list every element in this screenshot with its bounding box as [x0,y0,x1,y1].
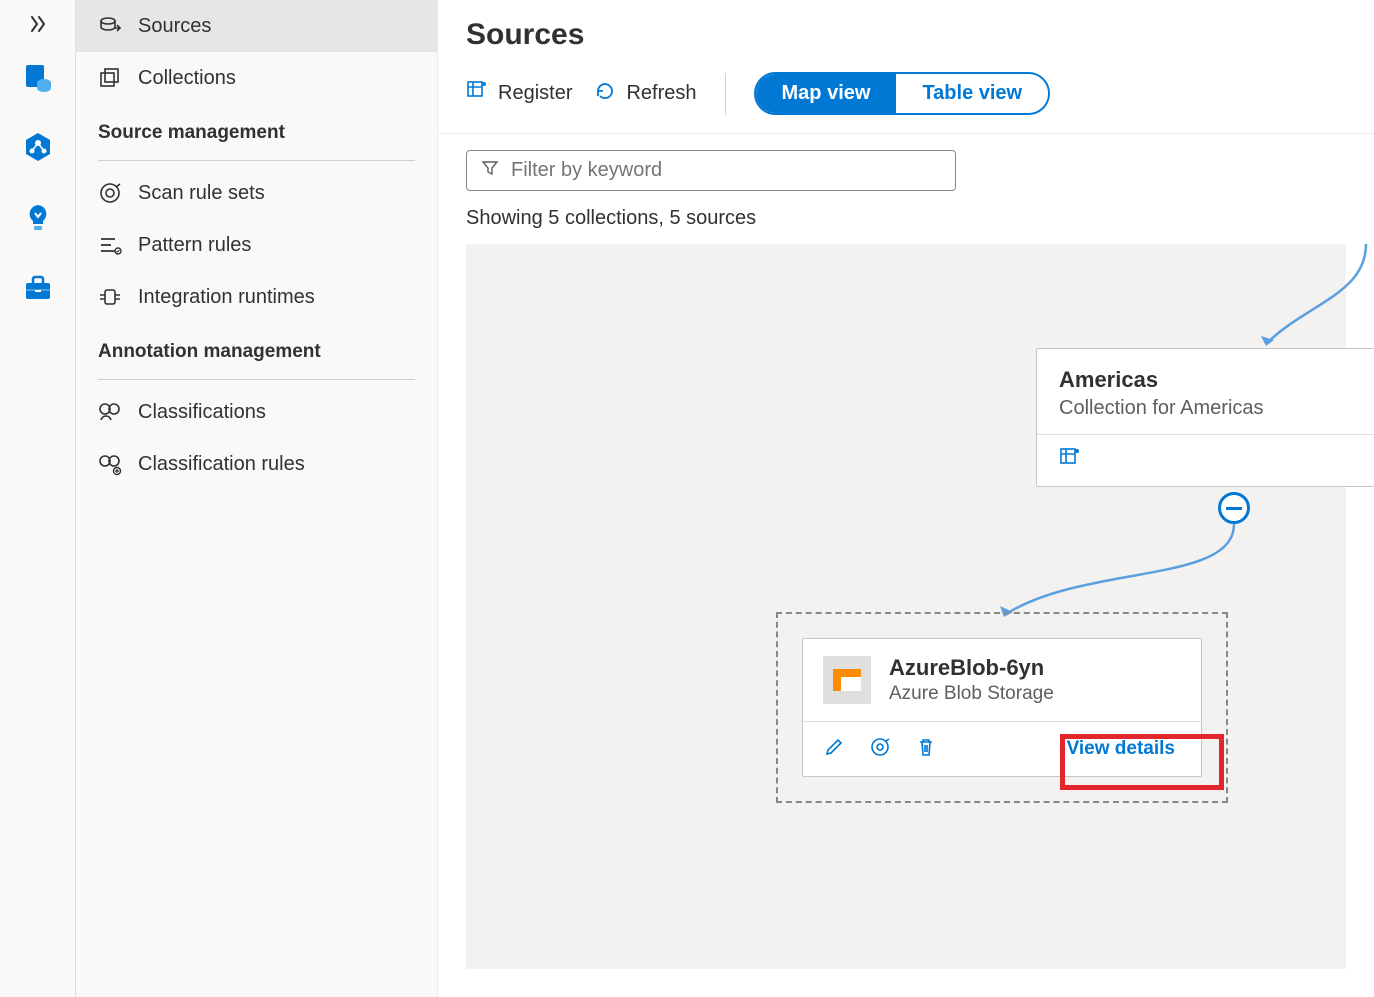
target-icon [98,181,122,205]
sources-icon [98,14,122,38]
rail-management[interactable] [0,252,76,322]
divider [98,160,415,161]
sidebar-item-classifications[interactable]: Classifications [76,386,437,438]
sidebar: Sources Collections Source management Sc… [76,0,438,997]
lightbulb-icon [22,201,54,233]
chevron-right-double-icon [28,14,48,34]
sidebar-item-label: Classification rules [138,453,305,476]
sidebar-section-title: Source management [76,104,437,150]
sidebar-item-label: Pattern rules [138,234,251,257]
map-view-button[interactable]: Map view [756,74,897,113]
edit-icon[interactable] [823,736,845,763]
sidebar-item-label: Sources [138,15,211,38]
catalog-icon [22,61,54,93]
register-icon[interactable] [1059,456,1081,473]
source-group: AzureBlob-6yn Azure Blob Storage View de… [776,612,1228,803]
refresh-label: Refresh [626,82,696,105]
expand-rail-button[interactable] [0,6,75,42]
rail-insights[interactable] [0,182,76,252]
table-view-button[interactable]: Table view [896,74,1048,113]
sidebar-item-classification-rules[interactable]: Classification rules [76,438,437,490]
refresh-icon [594,80,616,108]
pattern-icon [98,233,122,257]
divider [98,379,415,380]
icon-rail [0,0,76,997]
classifications-icon [98,400,122,424]
sidebar-item-integration-runtimes[interactable]: Integration runtimes [76,271,437,323]
source-title: AzureBlob-6yn [889,655,1054,681]
collection-subtitle: Collection for Americas [1059,397,1363,420]
view-details-link[interactable]: View details [1061,734,1181,764]
data-map-icon [22,131,54,163]
sidebar-item-label: Scan rule sets [138,182,265,205]
sidebar-item-scan-rule-sets[interactable]: Scan rule sets [76,167,437,219]
filter-input[interactable] [511,159,941,182]
collapse-node-button[interactable] [1218,492,1250,524]
rail-data-catalog[interactable] [0,42,76,112]
connector-line [946,514,1266,624]
main-content: Sources Register Refresh Map view Table … [438,0,1374,997]
map-canvas[interactable]: Americas Collection for Americas [466,244,1346,969]
register-button[interactable]: Register [466,80,572,108]
sidebar-item-sources[interactable]: Sources [76,0,437,52]
runtime-icon [98,285,122,309]
refresh-button[interactable]: Refresh [594,80,696,108]
sidebar-item-label: Integration runtimes [138,286,315,309]
delete-icon[interactable] [915,736,937,763]
register-icon [466,80,488,108]
view-toggle: Map view Table view [754,72,1051,115]
connector-line [1186,244,1374,354]
filter-icon [481,159,499,182]
sidebar-item-pattern-rules[interactable]: Pattern rules [76,219,437,271]
register-label: Register [498,82,572,105]
toolbar-separator [725,73,726,115]
sidebar-item-label: Collections [138,67,236,90]
collection-card[interactable]: Americas Collection for Americas [1036,348,1374,487]
blob-storage-icon [823,656,871,704]
collection-title: Americas [1059,367,1363,393]
classification-rules-icon [98,452,122,476]
sidebar-item-label: Classifications [138,401,266,424]
status-text: Showing 5 collections, 5 sources [438,201,1374,244]
filter-box[interactable] [466,150,956,191]
collections-icon [98,66,122,90]
sidebar-item-collections[interactable]: Collections [76,52,437,104]
scan-icon[interactable] [869,736,891,763]
sidebar-section-title: Annotation management [76,323,437,369]
page-title: Sources [466,18,1346,52]
toolbar: Register Refresh Map view Table view [438,52,1374,134]
toolbox-icon [22,271,54,303]
rail-data-map[interactable] [0,112,76,182]
source-card[interactable]: AzureBlob-6yn Azure Blob Storage View de… [802,638,1202,777]
source-subtitle: Azure Blob Storage [889,683,1054,705]
